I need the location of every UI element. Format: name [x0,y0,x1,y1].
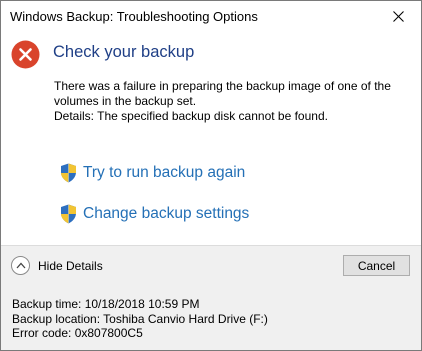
error-code: Error code: 0x807800C5 [12,326,143,340]
title-bar[interactable]: Windows Backup: Troubleshooting Options [1,1,421,32]
message-line: volumes in the backup set. [54,94,197,108]
backup-time: Backup time: 10/18/2018 10:59 PM [12,297,200,311]
message-line: There was a failure in preparing the bac… [54,79,391,93]
link-label[interactable]: Change backup settings [83,205,249,223]
button-bar: Hide Details Cancel [1,245,421,288]
try-again-link[interactable]: Try to run backup again [60,163,245,183]
error-message: There was a failure in preparing the bac… [54,79,404,124]
cancel-button[interactable]: Cancel [343,255,410,276]
chevron-up-icon[interactable] [11,256,30,275]
message-line: Details: The specified backup disk canno… [54,109,328,123]
uac-shield-icon [61,163,76,183]
uac-shield-icon [61,204,76,224]
close-button[interactable] [376,1,421,32]
close-icon [393,11,404,22]
dialog-window: Windows Backup: Troubleshooting Options … [0,0,422,351]
main-heading: Check your backup [53,43,195,61]
error-icon [11,40,40,69]
hide-details-toggle[interactable]: Hide Details [11,256,103,275]
backup-location: Backup location: Toshiba Canvio Hard Dri… [12,311,268,326]
details-panel: Backup time: 10/18/2018 10:59 PM Backup … [1,287,421,350]
hide-details-label[interactable]: Hide Details [38,259,103,273]
window-title: Windows Backup: Troubleshooting Options [10,9,258,24]
link-label[interactable]: Try to run backup again [83,164,245,182]
change-settings-link[interactable]: Change backup settings [60,204,249,224]
